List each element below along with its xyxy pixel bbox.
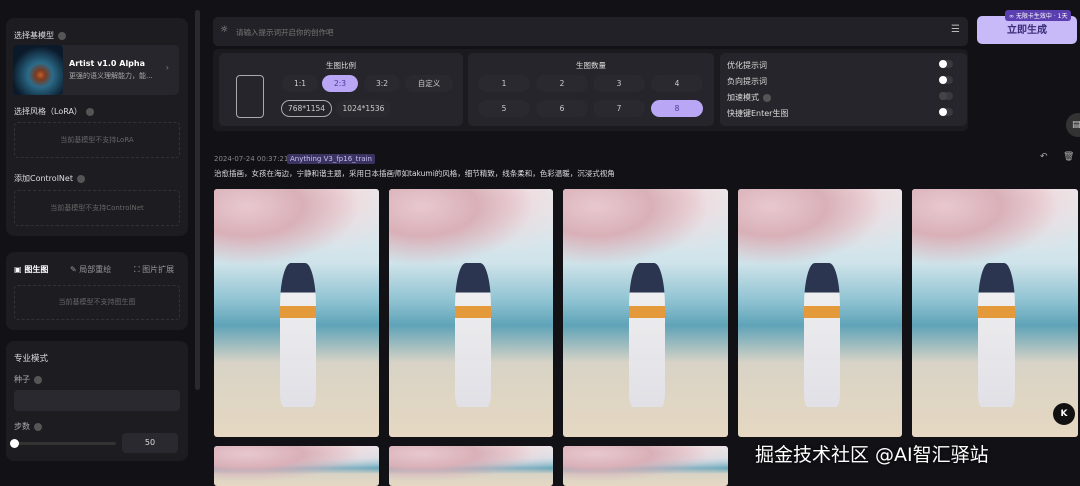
model-thumbnail — [13, 45, 63, 95]
settings-sliders-icon[interactable]: ☰ — [951, 24, 960, 35]
watermark: 掘金技术社区 @AI智汇驿站 — [755, 444, 989, 466]
pro-mode-panel: 专业模式 种子 步数 50 — [6, 341, 188, 461]
toggle-enter[interactable] — [939, 108, 953, 116]
generated-image[interactable] — [389, 446, 553, 486]
record-timestamp: 2024-07-24 00:37:21 — [214, 155, 289, 163]
trash-icon[interactable]: 🗑 — [1063, 152, 1074, 162]
toggle-enter-label: 快捷键Enter生图 — [727, 109, 789, 118]
info-icon[interactable] — [34, 375, 42, 384]
quantity-option[interactable]: 1 — [478, 75, 530, 92]
quantity-option[interactable]: 5 — [478, 100, 530, 117]
brush-icon: ✎ — [70, 265, 80, 274]
info-icon[interactable] — [76, 174, 85, 183]
image-icon: ▣ — [14, 265, 25, 274]
toggle-optimize[interactable] — [939, 60, 953, 68]
quantity-option[interactable]: 2 — [536, 75, 588, 92]
slider-thumb[interactable] — [10, 439, 19, 448]
ratio-option-2-3[interactable]: 2:3 — [322, 75, 358, 92]
tab-img2img[interactable]: ▣ 图生图 — [14, 264, 48, 275]
lora-label: 选择风格（LoRA） — [14, 107, 82, 116]
chevron-right-icon: › — [165, 63, 169, 72]
model-card[interactable]: Artist v1.0 Alpha 更强的语义理解能力，能... › — [13, 45, 179, 95]
ratio-panel: 生图比例 1:1 2:3 3:2 自定义 768*1154 1024*1536 — [219, 53, 463, 126]
quantity-option[interactable]: 7 — [593, 100, 645, 117]
model-tag: Anything V3_fp16_train — [287, 154, 375, 164]
sidebar-scrollbar[interactable] — [195, 10, 200, 390]
img2img-panel: ▣ 图生图 ✎ 局部重绘 ⛶ 图片扩展 当前基模型不支持图生图 — [6, 252, 188, 330]
size-option-1024[interactable]: 1024*1536 — [336, 100, 391, 117]
model-name: Artist v1.0 Alpha — [69, 59, 145, 68]
toggle-speed[interactable] — [939, 92, 953, 100]
quantity-option[interactable]: 3 — [593, 75, 645, 92]
toggle-optimize-label: 优化提示词 — [727, 61, 767, 70]
base-model-label: 选择基模型 — [14, 31, 54, 40]
lora-empty: 当前基模型不支持LoRA — [14, 122, 180, 158]
toggle-negative-label: 负向提示词 — [727, 77, 767, 86]
size-option-768[interactable]: 768*1154 — [281, 100, 332, 117]
generated-image[interactable] — [563, 446, 728, 486]
info-icon[interactable] — [85, 107, 94, 116]
generated-image[interactable] — [214, 189, 379, 437]
ratio-title: 生图比例 — [326, 61, 356, 70]
quantity-title: 生图数量 — [576, 61, 606, 70]
expand-icon: ⛶ — [134, 265, 143, 274]
reuse-icon[interactable]: ↶ — [1040, 152, 1048, 162]
tab-outpaint[interactable]: ⛶ 图片扩展 — [134, 264, 174, 275]
toggles-panel: 优化提示词 负向提示词 加速模式 快捷键Enter生图 — [720, 53, 967, 126]
hk-logo-icon: K — [1053, 403, 1075, 425]
quantity-panel: 生图数量 1 2 3 4 5 6 7 8 — [468, 53, 714, 126]
generated-image[interactable] — [214, 446, 379, 486]
info-icon[interactable] — [763, 93, 771, 102]
ratio-option-custom[interactable]: 自定义 — [405, 75, 453, 92]
toggle-negative[interactable] — [939, 76, 953, 84]
controlnet-empty: 当前基模型不支持ControlNet — [14, 190, 180, 226]
model-panel: 选择基模型 Artist v1.0 Alpha 更强的语义理解能力，能... ›… — [6, 18, 188, 236]
prompt-input-box[interactable]: ☼ 请输入提示词开启你的创作吧 ☰ — [213, 17, 968, 46]
lightbulb-icon: ☼ — [220, 25, 229, 35]
ratio-option-3-2[interactable]: 3:2 — [364, 75, 400, 92]
prompt-placeholder: 请输入提示词开启你的创作吧 — [236, 28, 334, 37]
steps-label: 步数 — [14, 422, 30, 431]
side-float-button[interactable]: ▤ — [1066, 113, 1080, 137]
controlnet-label: 添加ControlNet — [14, 174, 73, 183]
generated-image[interactable] — [563, 189, 728, 437]
info-icon[interactable] — [58, 31, 66, 40]
steps-slider[interactable] — [10, 439, 116, 448]
steps-value[interactable]: 50 — [122, 433, 178, 453]
ratio-option-1-1[interactable]: 1:1 — [282, 75, 318, 92]
info-icon[interactable] — [34, 422, 42, 431]
ratio-preview — [236, 75, 264, 118]
record-prompt: 治愈插画，女孩在海边，宁静和谐主题，采用日本插画师如takumi的风格，细节精致… — [214, 169, 615, 178]
quantity-option-selected[interactable]: 8 — [651, 100, 703, 117]
pro-mode-title: 专业模式 — [14, 354, 49, 364]
generated-image[interactable] — [912, 189, 1078, 437]
generated-image[interactable] — [389, 189, 553, 437]
tab-inpaint[interactable]: ✎ 局部重绘 — [70, 264, 111, 275]
generated-image[interactable] — [738, 189, 902, 437]
model-desc: 更强的语义理解能力，能... — [69, 72, 153, 80]
quantity-option[interactable]: 4 — [651, 75, 703, 92]
quantity-option[interactable]: 6 — [536, 100, 588, 117]
seed-label: 种子 — [14, 375, 30, 384]
unlimited-card-badge: ∞ 无限卡生效中 · 1天 — [1005, 10, 1072, 21]
seed-input[interactable] — [14, 390, 180, 411]
img2img-empty: 当前基模型不支持图生图 — [14, 285, 180, 320]
toggle-speed-label: 加速模式 — [727, 93, 759, 102]
